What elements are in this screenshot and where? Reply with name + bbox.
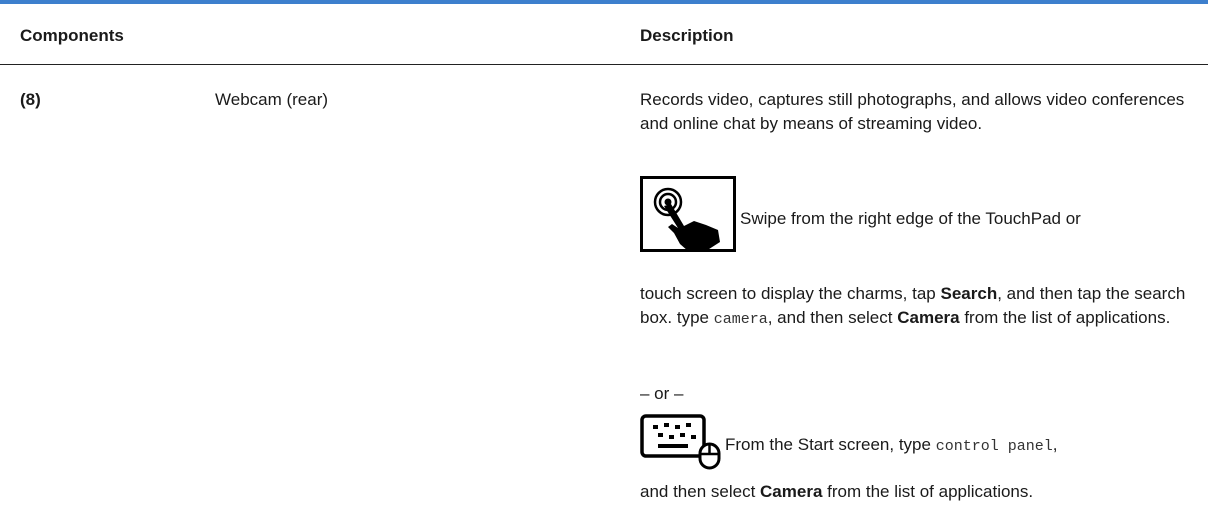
keyboard-tail-1: and then select xyxy=(640,482,761,501)
camera-label-2: Camera xyxy=(760,482,823,501)
search-label: Search xyxy=(940,284,998,303)
keyboard-lead-text: From the Start screen, type xyxy=(725,435,936,454)
touch-lead-text: Swipe from the right edge of the TouchPa… xyxy=(740,209,1081,228)
components-table: Components Description (8) Webcam (rear)… xyxy=(0,0,1208,508)
typed-control-panel: control panel xyxy=(935,438,1053,455)
component-number: (8) xyxy=(20,90,41,109)
header-rule xyxy=(0,64,1208,65)
keyboard-instruction-continued: and then select Camera from the list of … xyxy=(640,480,1196,504)
keyboard-mouse-icon xyxy=(640,414,721,470)
keyboard-lead-end: , xyxy=(1052,435,1058,454)
touch-swipe-icon xyxy=(640,176,736,252)
camera-label: Camera xyxy=(897,308,960,327)
touch-tail-3: , and then select xyxy=(767,308,898,327)
touch-tail-1: touch screen to display the charms, tap xyxy=(640,284,941,303)
touch-tail-4: from the list of applications. xyxy=(959,308,1171,327)
typed-camera: camera xyxy=(713,311,768,328)
description-intro: Records video, captures still photograph… xyxy=(640,90,1185,133)
header-components: Components xyxy=(20,26,124,45)
table-header-row: Components Description xyxy=(0,4,1208,64)
touch-instruction-continued: touch screen to display the charms, tap … xyxy=(640,282,1196,332)
or-separator: – or – xyxy=(640,384,684,403)
header-description: Description xyxy=(640,26,734,45)
keyboard-tail-2: from the list of applications. xyxy=(822,482,1034,501)
component-name: Webcam (rear) xyxy=(215,90,329,109)
keyboard-lead: From the Start screen, type control pane… xyxy=(725,433,1057,459)
